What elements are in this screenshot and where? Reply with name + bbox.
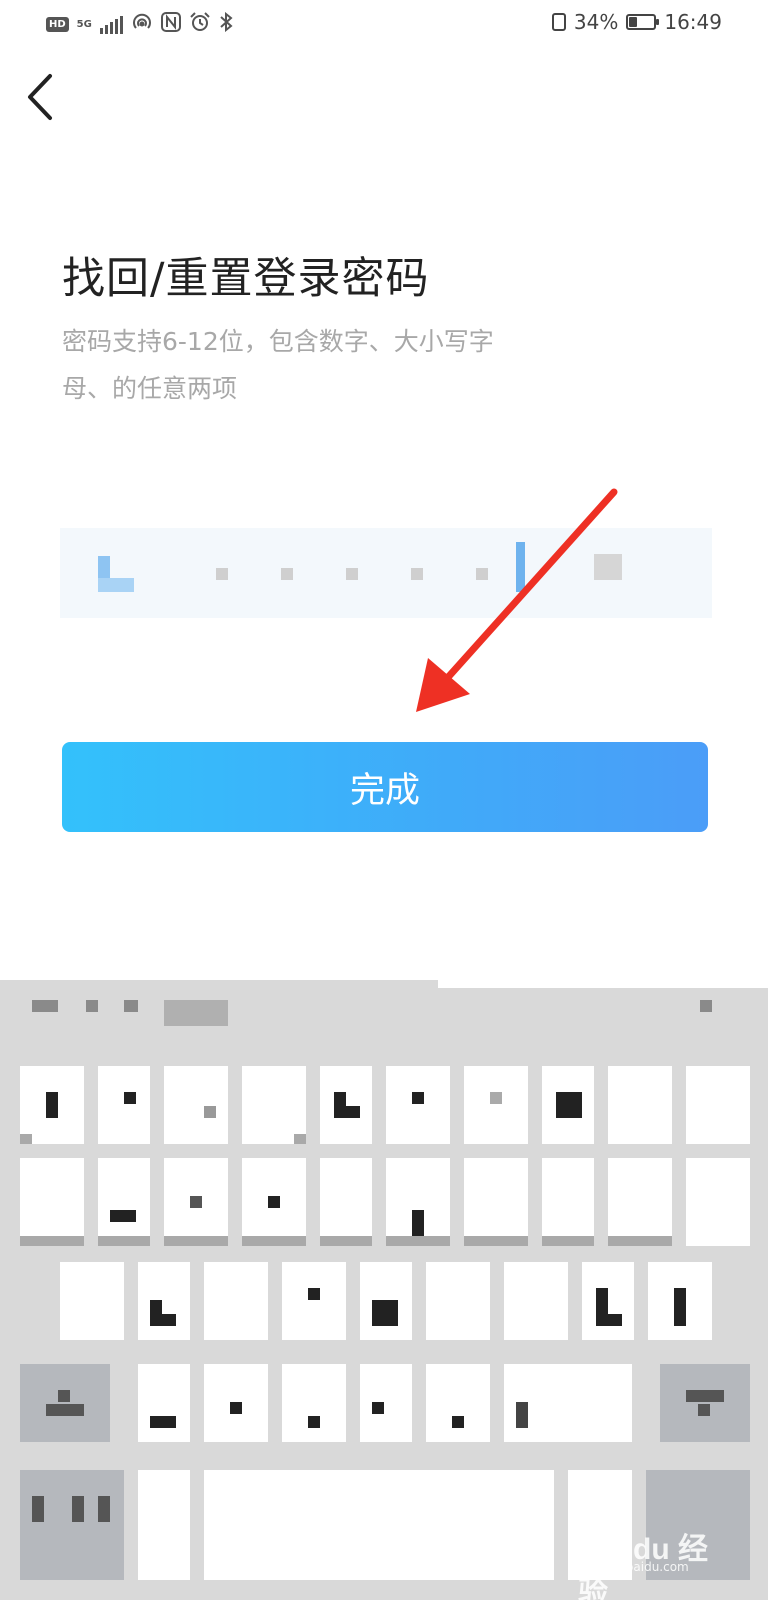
keyboard-key[interactable] (164, 1066, 228, 1144)
keyboard-key[interactable] (504, 1262, 568, 1340)
keyboard-key[interactable] (686, 1066, 750, 1144)
done-button[interactable]: 完成 (62, 742, 708, 832)
hotspot-icon (131, 12, 153, 37)
keyboard-gap (438, 980, 768, 988)
keyboard-key[interactable] (360, 1364, 412, 1442)
shift-icon[interactable] (20, 1364, 110, 1442)
keyboard-key[interactable] (608, 1158, 672, 1246)
keyboard-key[interactable] (60, 1262, 124, 1340)
keyboard-toolbar-item[interactable] (32, 1000, 58, 1012)
keyboard-key[interactable] (464, 1158, 528, 1246)
password-mask-dot (476, 568, 488, 580)
bluetooth-icon (219, 11, 233, 37)
chevron-left-icon (28, 74, 52, 120)
keyboard-key[interactable] (686, 1158, 750, 1246)
keyboard-key[interactable] (138, 1470, 190, 1580)
symbols-icon[interactable] (20, 1470, 124, 1580)
keyboard-key[interactable] (542, 1066, 594, 1144)
vibrate-icon (551, 13, 566, 31)
keyboard-key[interactable] (138, 1262, 190, 1340)
keyboard-key[interactable] (20, 1066, 84, 1144)
signal-icon (99, 15, 123, 34)
password-mask-dot (281, 568, 293, 580)
keyboard-key[interactable] (242, 1066, 306, 1144)
keyboard-key[interactable] (20, 1158, 84, 1246)
keyboard-key[interactable] (98, 1158, 150, 1246)
nfc-icon (160, 12, 181, 37)
hd-icon: HD (46, 17, 69, 32)
keyboard-key[interactable] (648, 1262, 712, 1340)
backspace-icon[interactable] (660, 1364, 750, 1442)
keyboard-key[interactable] (386, 1158, 450, 1246)
soft-keyboard: Bai du 经验 jingyan.baidu.com (0, 980, 768, 1610)
baidu-watermark: Bai du 经验 jingyan.baidu.com (578, 1522, 728, 1610)
keyboard-key[interactable] (164, 1158, 228, 1246)
alarm-icon (189, 12, 211, 37)
keyboard-toolbar-item[interactable] (124, 1000, 138, 1012)
clock: 16:49 (664, 10, 722, 34)
keyboard-key[interactable] (282, 1262, 346, 1340)
password-mask-dot (346, 568, 358, 580)
keyboard-key[interactable] (426, 1364, 490, 1442)
battery-icon (626, 14, 660, 30)
keyboard-key[interactable] (282, 1364, 346, 1442)
keyboard-key[interactable] (386, 1066, 450, 1144)
keyboard-key[interactable] (542, 1158, 594, 1246)
status-left: HD 5G (46, 11, 233, 37)
keyboard-toolbar-item[interactable] (164, 1000, 228, 1026)
battery-percent: 34% (573, 10, 619, 34)
keyboard-toolbar-item[interactable] (86, 1000, 98, 1012)
keyboard-key[interactable] (608, 1066, 672, 1144)
keyboard-key[interactable] (426, 1262, 490, 1340)
network-type: 5G (76, 19, 92, 30)
page-title: 找回/重置登录密码 (62, 254, 430, 304)
password-mask-dot (216, 568, 228, 580)
keyboard-key[interactable] (98, 1066, 150, 1144)
keyboard-key[interactable] (320, 1066, 372, 1144)
keyboard-key[interactable] (320, 1158, 372, 1246)
keyboard-key[interactable] (138, 1364, 190, 1442)
password-mask-dot (411, 568, 423, 580)
keyboard-key[interactable] (242, 1158, 306, 1246)
keyboard-key[interactable] (360, 1262, 412, 1340)
eye-icon[interactable] (594, 554, 622, 580)
status-right: 34% 16:49 (551, 10, 722, 34)
keyboard-key[interactable] (204, 1364, 268, 1442)
password-input[interactable] (60, 528, 712, 618)
status-bar: HD 5G 34% 16:49 (0, 0, 784, 50)
battery-fill (629, 17, 638, 27)
keyboard-key[interactable] (582, 1262, 634, 1340)
password-hint: 密码支持6-12位，包含数字、大小写字母、的任意两项 (62, 327, 494, 403)
space-key[interactable] (204, 1470, 554, 1580)
menu-icon[interactable] (700, 1000, 712, 1012)
watermark-url: jingyan.baidu.com (578, 1560, 689, 1574)
password-typed-char (98, 556, 134, 592)
text-caret (516, 542, 525, 592)
keyboard-key[interactable] (464, 1066, 528, 1144)
back-button[interactable] (20, 72, 64, 122)
keyboard-key[interactable] (504, 1364, 632, 1442)
keyboard-key[interactable] (204, 1262, 268, 1340)
